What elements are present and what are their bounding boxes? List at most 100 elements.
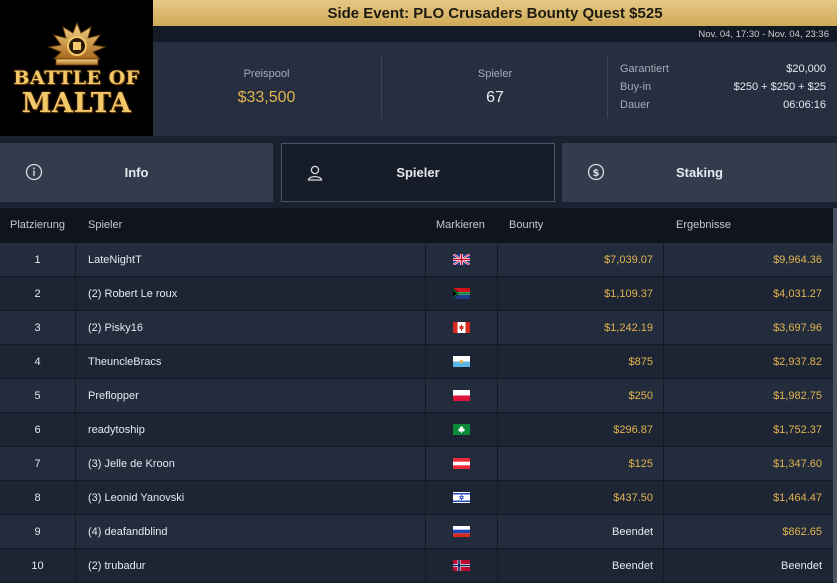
player-name-cell: LateNightT [76,243,426,276]
flag-gb-icon [453,254,470,265]
result-cell: $4,031.27 [773,287,822,300]
detail-key: Buy-in [620,81,652,93]
detail-buy-in: Buy-in $250 + $250 + $25 [620,78,826,96]
detail-value: $250 + $250 + $25 [733,81,826,93]
info-icon [25,163,43,181]
table-row[interactable]: 4 TheuncleBracs $875 $2,937.82 [0,345,833,379]
table-row[interactable]: 3 (2) Pisky16 $1,242.19 $3,697.96 [0,311,833,345]
table-row[interactable]: 8 (3) Leonid Yanovski $437.50 $1,464.47 [0,481,833,515]
players-value: 67 [486,88,504,106]
prize-pool-value: $33,500 [237,88,296,106]
header-player[interactable]: Spieler [88,219,122,231]
flag-at-icon [453,458,470,469]
placement-cell: 5 [0,379,76,412]
prize-pool-label: Preispool [243,67,290,80]
flag-ru-icon [453,526,470,537]
battle-of-malta-logo: BATTLE OF MALTA [0,0,153,136]
flag-pl-icon [453,390,470,401]
table-row[interactable]: 9 (4) deafandblind Beendet $862.65 [0,515,833,549]
bounty-cell: $125 [498,447,664,480]
tab-staking[interactable]: $ Staking [562,143,837,202]
player-name-cell: (2) trubadur [76,549,426,582]
table-row[interactable]: 1 LateNightT $7,039.07 $9,964.36 [0,243,833,277]
table-row[interactable]: 7 (3) Jelle de Kroon $125 $1,347.60 [0,447,833,481]
bounty-cell: $437.50 [498,481,664,514]
detail-value: $20,000 [786,63,826,75]
placement-cell: 4 [0,345,76,378]
date-range: Nov. 04, 17:30 - Nov. 04, 23:36 [698,28,829,40]
flag-cell [426,379,498,412]
placement-cell: 1 [0,243,76,276]
flag-cell [426,345,498,378]
table-row[interactable]: 6 readytoship $296.87 $1,752.37 [0,413,833,447]
placement-cell: 7 [0,447,76,480]
svg-text:$: $ [593,168,600,179]
flag-green-club-icon [453,424,470,435]
placement-cell: 10 [0,549,76,582]
placement-cell: 8 [0,481,76,514]
flag-cell [426,481,498,514]
result-cell: $1,982.75 [773,389,822,402]
bounty-cell: $1,242.19 [498,311,664,344]
header-results[interactable]: Ergebnisse [676,219,731,231]
result-cell: $1,347.60 [773,457,822,470]
header-bounty[interactable]: Bounty [509,219,543,231]
placement-cell: 6 [0,413,76,446]
player-name-cell: (2) Robert Le roux [76,277,426,310]
result-cell: Beendet [781,559,822,572]
bounty-cell: $296.87 [498,413,664,446]
placement-cell: 2 [0,277,76,310]
scrollbar-track[interactable] [833,208,837,583]
detail-key: Garantiert [620,63,669,75]
result-cell: $2,937.82 [773,355,822,368]
event-title: Side Event: PLO Crusaders Bounty Quest $… [327,4,663,22]
date-range-bar: Nov. 04, 17:30 - Nov. 04, 23:36 [153,26,837,42]
player-name-cell: (4) deafandblind [76,515,426,548]
flag-ca-icon [453,322,470,333]
detail-guaranteed: Garantiert $20,000 [620,60,826,78]
flag-cell [426,549,498,582]
table-row[interactable]: 2 (2) Robert Le roux $1,109.37 $4,031.27 [0,277,833,311]
table-header: Platzierung Spieler Markieren Bounty Erg… [0,208,833,243]
tab-info[interactable]: Info [0,143,273,202]
result-cell: $1,464.47 [773,491,822,504]
player-name-cell: (2) Pisky16 [76,311,426,344]
result-cell: $3,697.96 [773,321,822,334]
user-icon [307,165,323,181]
flag-za-icon [453,288,470,299]
detail-key: Dauer [620,99,650,111]
bounty-cell: $875 [498,345,664,378]
flag-cell [426,243,498,276]
crest-icon [46,21,107,66]
tab-staking-label: Staking [676,165,723,180]
header-flag[interactable]: Markieren [436,219,485,231]
flag-sm-icon [453,356,470,367]
table-row[interactable]: 10 (2) trubadur Beendet Beendet [0,549,833,583]
flag-il-icon [453,492,470,503]
player-name-cell: Preflopper [76,379,426,412]
player-results-table: Platzierung Spieler Markieren Bounty Erg… [0,208,833,583]
player-name-cell: readytoship [76,413,426,446]
header-placement[interactable]: Platzierung [10,219,65,231]
logo-line-2: MALTA [21,88,132,119]
flag-cell [426,413,498,446]
players-label: Spieler [477,67,513,80]
tab-spieler-label: Spieler [396,165,440,180]
bounty-cell: $7,039.07 [498,243,664,276]
result-cell: $862.65 [782,525,822,538]
flag-cell [426,311,498,344]
table-row[interactable]: 5 Preflopper $250 $1,982.75 [0,379,833,413]
player-name-cell: (3) Leonid Yanovski [76,481,426,514]
result-cell: $9,964.36 [773,253,822,266]
players-stat: Spieler 67 [381,56,608,118]
flag-cell [426,515,498,548]
tournament-stats: Preispool $33,500 Spieler 67 Garantiert … [153,42,837,136]
tournament-details: Garantiert $20,000 Buy-in $250 + $250 + … [607,56,837,118]
tab-spieler[interactable]: Spieler [281,143,555,202]
dollar-coin-icon: $ [587,163,605,181]
player-name-cell: TheuncleBracs [76,345,426,378]
flag-no-icon [453,560,470,571]
player-name-cell: (3) Jelle de Kroon [76,447,426,480]
event-title-bar: Side Event: PLO Crusaders Bounty Quest $… [153,0,837,26]
bounty-cell: $1,109.37 [498,277,664,310]
